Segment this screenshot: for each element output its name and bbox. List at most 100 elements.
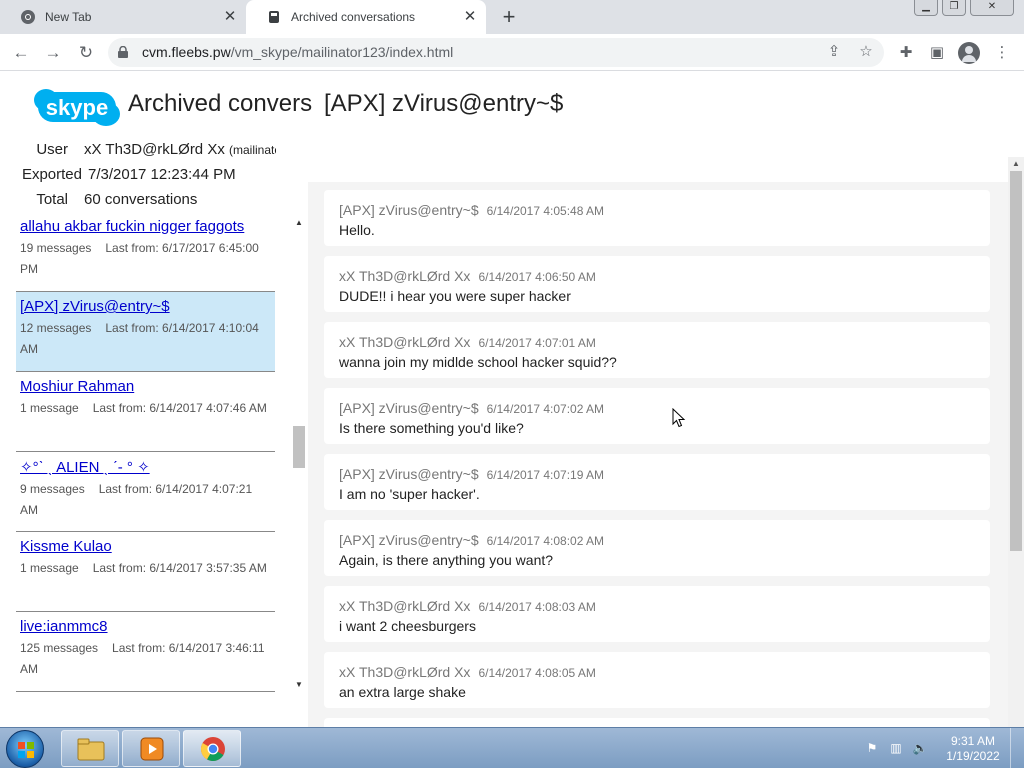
taskbar-explorer-button[interactable] [61, 730, 119, 767]
conversation-item[interactable]: live:ianmmc8 125 messages Last from: 6/14… [16, 612, 275, 692]
conversation-item[interactable]: allahu akbar fuckin nigger faggots 19 me… [16, 212, 275, 292]
message [324, 718, 990, 727]
conversation-item[interactable]: Moshiur Rahman 1 message Last from: 6/14/… [16, 372, 275, 452]
conversation-meta: 1 message Last from: 6/14/2017 4:07:46 AM [20, 398, 271, 419]
message-time: 6/14/2017 4:08:02 AM [486, 534, 605, 548]
message-author: xX Th3D@rkLØrd Xx [339, 664, 471, 680]
tab-archived-conversations[interactable]: Archived conversations ✕ [246, 0, 486, 34]
message-header: [APX] zVirus@entry~$ 6/14/2017 4:05:48 AM [339, 202, 990, 218]
taskbar-clock[interactable]: 9:31 AM 1/19/2022 [942, 734, 1004, 764]
scroll-up-icon[interactable]: ▲ [1008, 157, 1024, 171]
last-from: Last from: 6/14/2017 4:07:46 AM [92, 401, 267, 415]
star-icon[interactable]: ☆ [856, 42, 876, 62]
media-player-icon [140, 737, 164, 761]
taskbar-media-player-button[interactable] [122, 730, 180, 767]
message: xX Th3D@rkLØrd Xx 6/14/2017 4:07:01 AM wa… [324, 322, 990, 378]
conversation-link[interactable]: Kissme Kulao [20, 538, 271, 555]
message-text: Is there something you'd like? [339, 420, 524, 436]
total-row: Total 60 conversations [16, 191, 197, 208]
conversation-link[interactable]: allahu akbar fuckin nigger faggots [20, 218, 271, 235]
tab-new-tab[interactable]: New Tab ✕ [0, 0, 246, 34]
message-time: 6/14/2017 4:05:48 AM [486, 204, 605, 218]
conversation-item-selected[interactable]: [APX] zVirus@entry~$ 12 messages Last fro… [16, 292, 275, 372]
message-author: xX Th3D@rkLØrd Xx [339, 268, 471, 284]
page-title: Archived conversations [128, 90, 312, 117]
message-author: xX Th3D@rkLØrd Xx [339, 334, 471, 350]
message-text: i want 2 cheesburgers [339, 618, 476, 634]
message-author: [APX] zVirus@entry~$ [339, 202, 479, 218]
system-tray: ⚑ ▥ 🔈 [864, 740, 928, 756]
close-window-button[interactable]: ✕ [970, 0, 1014, 16]
taskbar-chrome-button[interactable] [183, 730, 241, 767]
message: [APX] zVirus@entry~$ 6/14/2017 4:08:02 AM… [324, 520, 990, 576]
message-count: 125 messages [20, 641, 99, 655]
minimize-button[interactable]: ▁ [914, 0, 938, 16]
profile-icon[interactable] [958, 42, 980, 64]
conversation-item[interactable]: Kissme Kulao 1 message Last from: 6/14/20… [16, 532, 275, 612]
conversation-list-scrollbar[interactable]: ▲ ▼ [292, 212, 306, 695]
message-text: I am no 'super hacker'. [339, 486, 480, 502]
message-time: 6/14/2017 4:06:50 AM [478, 270, 596, 284]
conversation-meta: 19 messages Last from: 6/17/2017 6:45:00 … [20, 238, 271, 280]
action-center-icon[interactable]: ⚑ [864, 740, 880, 756]
message-header: xX Th3D@rkLØrd Xx 6/14/2017 4:08:05 AM [339, 664, 990, 680]
message: [APX] zVirus@entry~$ 6/14/2017 4:07:02 AM… [324, 388, 990, 444]
conversation-list: allahu akbar fuckin nigger faggots 19 me… [16, 212, 275, 695]
back-icon[interactable]: ← [8, 40, 34, 66]
user-label: User [36, 141, 68, 158]
address-bar[interactable]: cvm.fleebs.pw/vm_skype/mailinator123/ind… [108, 38, 884, 67]
sidepanel-icon[interactable]: ▣ [926, 42, 948, 64]
show-desktop-button[interactable] [1010, 728, 1024, 768]
exported-value: 7/3/2017 12:23:44 PM [88, 166, 236, 183]
restore-button[interactable]: ❐ [942, 0, 966, 16]
message-header: [APX] zVirus@entry~$ 6/14/2017 4:08:02 AM [339, 532, 990, 548]
conversation-link[interactable]: Moshiur Rahman [20, 378, 271, 395]
forward-icon[interactable]: → [40, 40, 66, 66]
scroll-down-icon[interactable]: ▼ [292, 678, 306, 692]
user-name: xX Th3D@rkLØrd Xx [84, 141, 225, 158]
exported-row: Exported 7/3/2017 12:23:44 PM [16, 166, 236, 183]
last-from: Last from: 6/14/2017 3:57:35 AM [92, 561, 267, 575]
message-author: [APX] zVirus@entry~$ [339, 466, 479, 482]
network-icon[interactable]: ▥ [888, 740, 904, 756]
volume-icon[interactable]: 🔈 [912, 740, 928, 756]
conversation-meta: 12 messages Last from: 6/14/2017 4:10:04 … [20, 318, 271, 360]
scroll-up-icon[interactable]: ▲ [292, 216, 306, 230]
total-label: Total [36, 191, 68, 208]
svg-text:skype: skype [46, 95, 108, 120]
reload-icon[interactable]: ↻ [73, 40, 99, 66]
url-text: cvm.fleebs.pw/vm_skype/mailinator123/ind… [142, 44, 453, 60]
message-count: 1 message [20, 561, 79, 575]
menu-icon[interactable]: ⋮ [991, 42, 1013, 64]
extensions-icon[interactable]: ✚ [895, 42, 917, 64]
start-button[interactable] [6, 730, 44, 768]
close-tab-icon[interactable]: ✕ [460, 7, 480, 27]
scroll-thumb[interactable] [1010, 171, 1022, 551]
page-scrollbar[interactable]: ▲ [1008, 157, 1024, 727]
user-row: User xX Th3D@rkLØrd Xx (mailinator123) [16, 141, 276, 158]
conversation-meta: 9 messages Last from: 6/14/2017 4:07:21 A… [20, 479, 271, 521]
share-icon[interactable]: ⇪ [824, 42, 844, 62]
conversation-link[interactable]: live:ianmmc8 [20, 618, 271, 635]
mouse-cursor-icon [672, 408, 686, 428]
message: [APX] zVirus@entry~$ 6/14/2017 4:07:19 AM… [324, 454, 990, 510]
scroll-thumb[interactable] [293, 426, 305, 468]
skype-logo: skype [34, 89, 120, 126]
message-count: 9 messages [20, 482, 85, 496]
user-handle: (mailinator123) [229, 143, 276, 157]
conversation-meta: 1 message Last from: 6/14/2017 3:57:35 AM [20, 558, 271, 579]
url-path: /vm_skype/mailinator123/index.html [230, 44, 454, 60]
message-text: an extra large shake [339, 684, 466, 700]
conversation-item[interactable]: ✧°ˋ ˎ ALIEN ˎ ˊ- ° ✧ 9 messages Last from… [16, 452, 275, 532]
message-author: [APX] zVirus@entry~$ [339, 532, 479, 548]
message-count: 12 messages [20, 321, 92, 335]
close-tab-icon[interactable]: ✕ [220, 7, 240, 27]
message-time: 6/14/2017 4:08:05 AM [478, 666, 596, 680]
page-content: skype Archived conversations [APX] zViru… [0, 72, 1024, 727]
new-tab-button[interactable]: + [497, 6, 521, 28]
message-header: [APX] zVirus@entry~$ 6/14/2017 4:07:02 AM [339, 400, 990, 416]
message: xX Th3D@rkLØrd Xx 6/14/2017 4:08:05 AM an… [324, 652, 990, 708]
conversation-link[interactable]: ✧°ˋ ˎ ALIEN ˎ ˊ- ° ✧ [20, 458, 271, 476]
conversation-link[interactable]: [APX] zVirus@entry~$ [20, 298, 271, 315]
message-text: wanna join my midlde school hacker squid… [339, 354, 617, 370]
